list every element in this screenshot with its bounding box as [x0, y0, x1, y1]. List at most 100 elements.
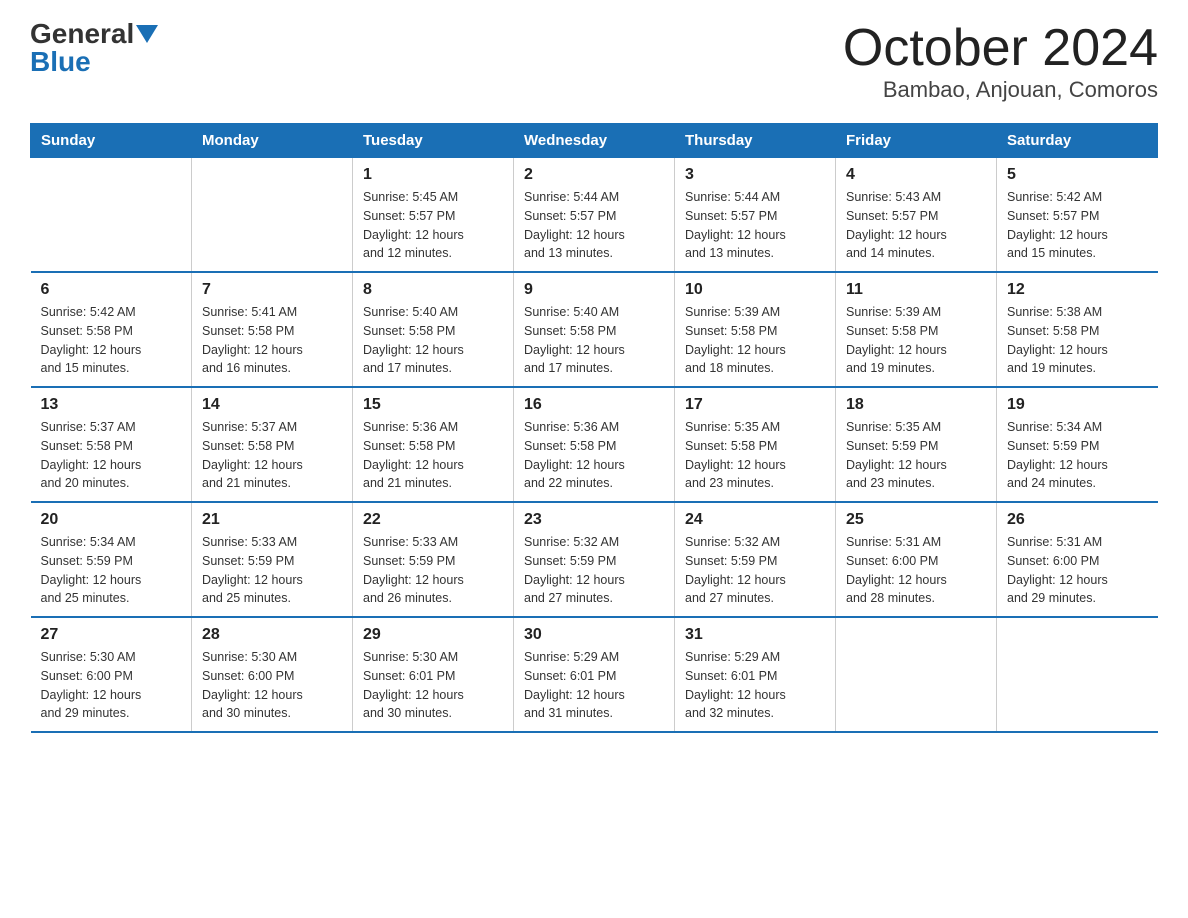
- day-info: Sunrise: 5:42 AM Sunset: 5:58 PM Dayligh…: [41, 303, 182, 378]
- day-cell: 29Sunrise: 5:30 AM Sunset: 6:01 PM Dayli…: [353, 617, 514, 732]
- day-number: 28: [202, 626, 342, 644]
- day-info: Sunrise: 5:34 AM Sunset: 5:59 PM Dayligh…: [41, 533, 182, 608]
- day-number: 19: [1007, 396, 1148, 414]
- day-info: Sunrise: 5:45 AM Sunset: 5:57 PM Dayligh…: [363, 188, 503, 263]
- day-info: Sunrise: 5:37 AM Sunset: 5:58 PM Dayligh…: [41, 418, 182, 493]
- day-number: 24: [685, 511, 825, 529]
- calendar-title: October 2024: [843, 20, 1158, 77]
- day-info: Sunrise: 5:33 AM Sunset: 5:59 PM Dayligh…: [202, 533, 342, 608]
- logo-triangle-icon: [136, 25, 158, 43]
- day-cell: 31 Sunrise: 5:29 AM Sunset: 6:01 PM Dayli…: [675, 617, 836, 732]
- day-number: 3: [685, 166, 825, 184]
- day-cell: 19 Sunrise: 5:34 AM Sunset: 5:59 PM Dayli…: [997, 387, 1158, 502]
- day-info: Sunrise: 5:30 AM Sunset: 6:00 PM Dayligh…: [202, 648, 342, 723]
- day-cell: 4 Sunrise: 5:43 AM Sunset: 5:57 PM Daylig…: [836, 158, 997, 273]
- day-info: Sunrise: 5:36 AM Sunset: 5:58 PM Dayligh…: [524, 418, 664, 493]
- day-info: Sunrise: 5:43 AM Sunset: 5:57 PM Dayligh…: [846, 188, 986, 263]
- day-number: 16: [524, 396, 664, 414]
- day-cell: 24 Sunrise: 5:32 AM Sunset: 5:59 PM Dayli…: [675, 502, 836, 617]
- column-header-saturday: Saturday: [997, 124, 1158, 158]
- calendar-subtitle: Bambao, Anjouan, Comoros: [843, 77, 1158, 103]
- day-number: 25: [846, 511, 986, 529]
- day-info: Sunrise: 5:35 AM Sunset: 5:58 PM Dayligh…: [685, 418, 825, 493]
- day-cell: 2Sunrise: 5:44 AM Sunset: 5:57 PM Daylig…: [514, 158, 675, 273]
- day-info: Sunrise: 5:38 AM Sunset: 5:58 PM Dayligh…: [1007, 303, 1148, 378]
- day-cell: 11 Sunrise: 5:39 AM Sunset: 5:58 PM Dayli…: [836, 272, 997, 387]
- day-number: 17: [685, 396, 825, 414]
- logo: General Blue: [30, 20, 158, 76]
- day-cell: [997, 617, 1158, 732]
- day-info: Sunrise: 5:40 AM Sunset: 5:58 PM Dayligh…: [524, 303, 664, 378]
- day-cell: 15 Sunrise: 5:36 AM Sunset: 5:58 PM Dayli…: [353, 387, 514, 502]
- day-cell: 14Sunrise: 5:37 AM Sunset: 5:58 PM Dayli…: [192, 387, 353, 502]
- day-number: 21: [202, 511, 342, 529]
- day-info: Sunrise: 5:39 AM Sunset: 5:58 PM Dayligh…: [685, 303, 825, 378]
- day-info: Sunrise: 5:36 AM Sunset: 5:58 PM Dayligh…: [363, 418, 503, 493]
- day-info: Sunrise: 5:31 AM Sunset: 6:00 PM Dayligh…: [1007, 533, 1148, 608]
- day-cell: 30 Sunrise: 5:29 AM Sunset: 6:01 PM Dayli…: [514, 617, 675, 732]
- day-info: Sunrise: 5:40 AM Sunset: 5:58 PM Dayligh…: [363, 303, 503, 378]
- day-cell: 6Sunrise: 5:42 AM Sunset: 5:58 PM Daylig…: [31, 272, 192, 387]
- day-number: 8: [363, 281, 503, 299]
- day-number: 22: [363, 511, 503, 529]
- day-cell: 9 Sunrise: 5:40 AM Sunset: 5:58 PM Daylig…: [514, 272, 675, 387]
- day-number: 11: [846, 281, 986, 299]
- day-info: Sunrise: 5:32 AM Sunset: 5:59 PM Dayligh…: [524, 533, 664, 608]
- day-info: Sunrise: 5:42 AM Sunset: 5:57 PM Dayligh…: [1007, 188, 1148, 263]
- day-number: 18: [846, 396, 986, 414]
- day-cell: 27Sunrise: 5:30 AM Sunset: 6:00 PM Dayli…: [31, 617, 192, 732]
- day-info: Sunrise: 5:44 AM Sunset: 5:57 PM Dayligh…: [685, 188, 825, 263]
- day-info: Sunrise: 5:33 AM Sunset: 5:59 PM Dayligh…: [363, 533, 503, 608]
- day-cell: 16 Sunrise: 5:36 AM Sunset: 5:58 PM Dayli…: [514, 387, 675, 502]
- day-cell: 18 Sunrise: 5:35 AM Sunset: 5:59 PM Dayli…: [836, 387, 997, 502]
- week-row-4: 20 Sunrise: 5:34 AM Sunset: 5:59 PM Dayli…: [31, 502, 1158, 617]
- day-info: Sunrise: 5:30 AM Sunset: 6:00 PM Dayligh…: [41, 648, 182, 723]
- day-number: 23: [524, 511, 664, 529]
- day-number: 31: [685, 626, 825, 644]
- week-row-1: 1Sunrise: 5:45 AM Sunset: 5:57 PM Daylig…: [31, 158, 1158, 273]
- day-cell: 20 Sunrise: 5:34 AM Sunset: 5:59 PM Dayli…: [31, 502, 192, 617]
- day-info: Sunrise: 5:32 AM Sunset: 5:59 PM Dayligh…: [685, 533, 825, 608]
- week-row-5: 27Sunrise: 5:30 AM Sunset: 6:00 PM Dayli…: [31, 617, 1158, 732]
- day-number: 13: [41, 396, 182, 414]
- day-number: 30: [524, 626, 664, 644]
- day-info: Sunrise: 5:35 AM Sunset: 5:59 PM Dayligh…: [846, 418, 986, 493]
- day-number: 15: [363, 396, 503, 414]
- day-cell: 10 Sunrise: 5:39 AM Sunset: 5:58 PM Dayli…: [675, 272, 836, 387]
- column-header-thursday: Thursday: [675, 124, 836, 158]
- day-cell: 7 Sunrise: 5:41 AM Sunset: 5:58 PM Daylig…: [192, 272, 353, 387]
- header-row: SundayMondayTuesdayWednesdayThursdayFrid…: [31, 124, 1158, 158]
- day-info: Sunrise: 5:29 AM Sunset: 6:01 PM Dayligh…: [685, 648, 825, 723]
- day-info: Sunrise: 5:31 AM Sunset: 6:00 PM Dayligh…: [846, 533, 986, 608]
- day-cell: [836, 617, 997, 732]
- day-number: 2: [524, 166, 664, 184]
- day-number: 12: [1007, 281, 1148, 299]
- column-header-sunday: Sunday: [31, 124, 192, 158]
- day-number: 20: [41, 511, 182, 529]
- week-row-3: 13 Sunrise: 5:37 AM Sunset: 5:58 PM Dayli…: [31, 387, 1158, 502]
- day-cell: 1Sunrise: 5:45 AM Sunset: 5:57 PM Daylig…: [353, 158, 514, 273]
- week-row-2: 6Sunrise: 5:42 AM Sunset: 5:58 PM Daylig…: [31, 272, 1158, 387]
- day-number: 10: [685, 281, 825, 299]
- column-header-monday: Monday: [192, 124, 353, 158]
- page-header: General Blue October 2024 Bambao, Anjoua…: [30, 20, 1158, 103]
- day-cell: 13 Sunrise: 5:37 AM Sunset: 5:58 PM Dayli…: [31, 387, 192, 502]
- logo-text-blue: Blue: [30, 48, 91, 76]
- day-cell: 17 Sunrise: 5:35 AM Sunset: 5:58 PM Dayli…: [675, 387, 836, 502]
- day-number: 9: [524, 281, 664, 299]
- day-number: 7: [202, 281, 342, 299]
- day-cell: 26Sunrise: 5:31 AM Sunset: 6:00 PM Dayli…: [997, 502, 1158, 617]
- day-cell: 3 Sunrise: 5:44 AM Sunset: 5:57 PM Daylig…: [675, 158, 836, 273]
- day-cell: 21 Sunrise: 5:33 AM Sunset: 5:59 PM Dayli…: [192, 502, 353, 617]
- day-number: 4: [846, 166, 986, 184]
- day-info: Sunrise: 5:41 AM Sunset: 5:58 PM Dayligh…: [202, 303, 342, 378]
- logo-text-general: General: [30, 20, 134, 48]
- day-info: Sunrise: 5:34 AM Sunset: 5:59 PM Dayligh…: [1007, 418, 1148, 493]
- day-cell: 12 Sunrise: 5:38 AM Sunset: 5:58 PM Dayli…: [997, 272, 1158, 387]
- day-cell: [192, 158, 353, 273]
- day-info: Sunrise: 5:39 AM Sunset: 5:58 PM Dayligh…: [846, 303, 986, 378]
- day-number: 14: [202, 396, 342, 414]
- day-number: 29: [363, 626, 503, 644]
- calendar-table: SundayMondayTuesdayWednesdayThursdayFrid…: [30, 123, 1158, 733]
- day-info: Sunrise: 5:29 AM Sunset: 6:01 PM Dayligh…: [524, 648, 664, 723]
